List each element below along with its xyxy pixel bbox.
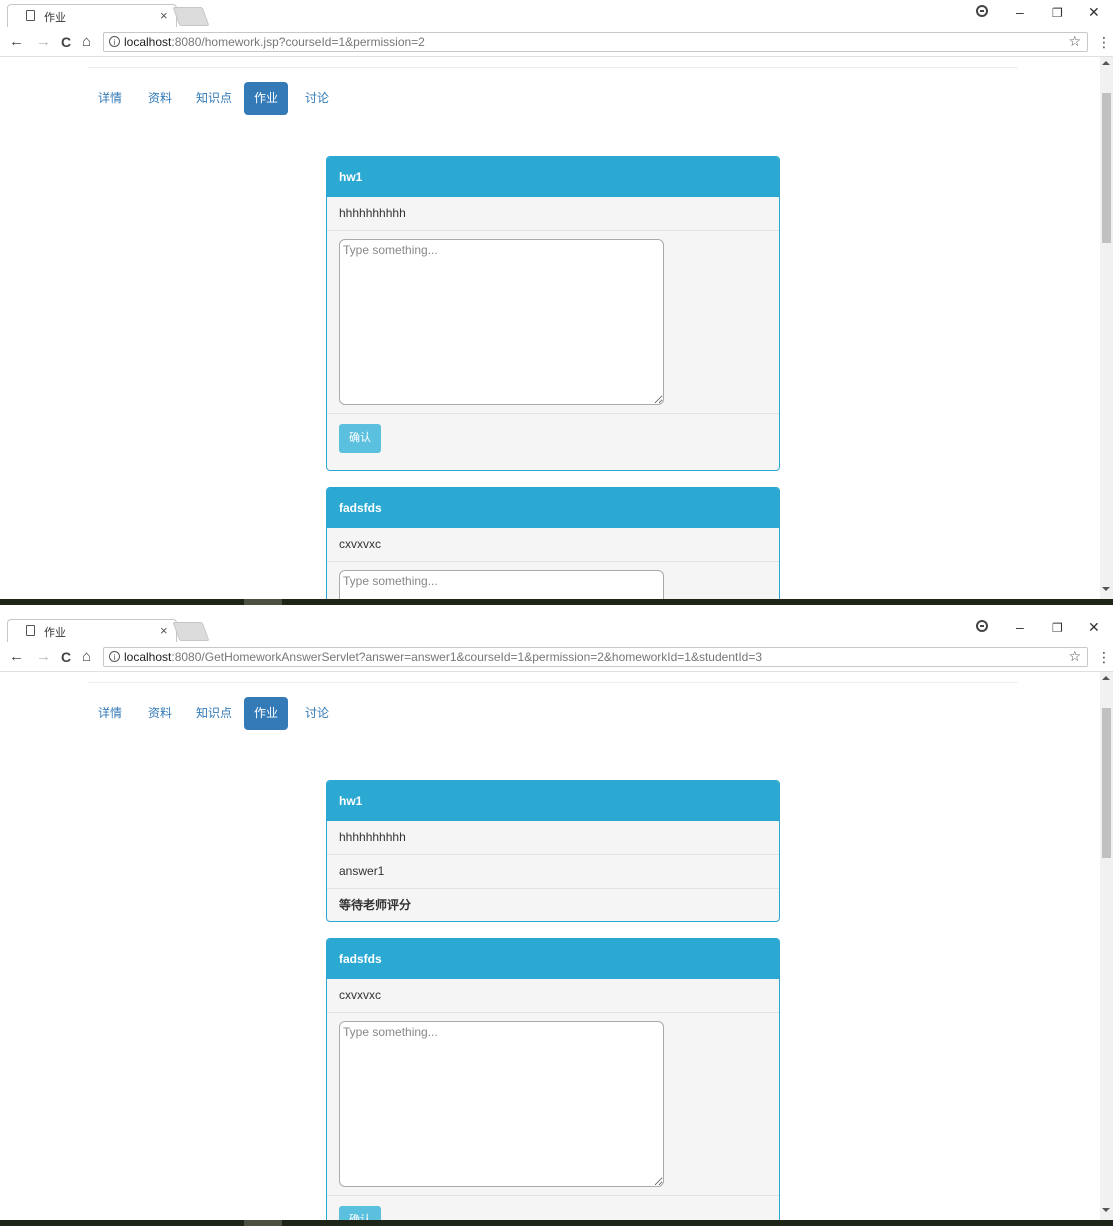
homework-panel: hw1 hhhhhhhhhh 确认 [326,156,780,471]
pill-homework[interactable]: 作业 [244,697,289,730]
reload-icon[interactable]: C [61,34,71,50]
page-viewport: 详情 资料 知识点 作业 讨论 hw1 hhhhhhhhhh 确认 fadsfd… [0,57,1100,605]
restore-icon[interactable]: ❐ [1052,6,1063,20]
new-tab-button[interactable] [172,7,210,26]
screenshot-after-submit: 作业 × – ❐ ✕ ← → C ⌂ i localhost:8080/GetH… [0,615,1113,1226]
account-icon[interactable] [976,620,988,632]
page-icon [26,625,35,636]
answer-area [327,231,779,414]
bookmark-star-icon[interactable]: ☆ [1068,33,1081,50]
menu-icon[interactable]: ⋮ [1097,649,1111,666]
home-icon[interactable]: ⌂ [82,648,91,665]
tab-title: 作业 [44,627,66,639]
scroll-thumb[interactable] [1102,708,1111,858]
homework-description: hhhhhhhhhh [327,821,779,855]
url-text: localhost:8080/homework.jsp?courseId=1&p… [124,35,425,49]
bookmark-star-icon[interactable]: ☆ [1068,648,1081,665]
pill-homework[interactable]: 作业 [244,82,289,115]
scroll-up-icon[interactable] [1102,61,1110,65]
minimize-icon[interactable]: – [1016,4,1024,20]
homework-description: hhhhhhhhhh [327,197,779,231]
screenshot-homework-page: 作业 × – ❐ ✕ ← → C ⌂ i localhost:8080/home… [0,0,1113,605]
divider [88,682,1018,683]
minimize-icon[interactable]: – [1016,619,1024,635]
tab-close-icon[interactable]: × [160,623,168,638]
homework-title: fadsfds [327,488,779,528]
taskbar [0,1220,1113,1226]
pill-details[interactable]: 详情 [88,82,132,115]
back-icon[interactable]: ← [9,648,24,665]
homework-panel: fadsfds cxvxvxc [326,487,780,605]
homework-panel: hw1 hhhhhhhhhh answer1 等待老师评分 [326,780,780,922]
tab-strip: 作业 × – ❐ ✕ [0,0,1113,30]
restore-icon[interactable]: ❐ [1052,621,1063,635]
pill-materials[interactable]: 资料 [138,697,182,730]
homework-title: hw1 [327,157,779,197]
homework-title: fadsfds [327,939,779,979]
scroll-thumb[interactable] [1102,93,1111,243]
address-bar[interactable]: i localhost:8080/homework.jsp?courseId=1… [103,32,1088,52]
forward-icon[interactable]: → [36,33,51,50]
homework-description: cxvxvxc [327,528,779,562]
pill-knowledge[interactable]: 知识点 [186,82,242,115]
answer-area [327,1013,779,1196]
pill-discussion[interactable]: 讨论 [295,82,339,115]
back-icon[interactable]: ← [9,33,24,50]
answer-input[interactable] [339,239,664,405]
window-close-icon[interactable]: ✕ [1088,4,1100,21]
scroll-down-icon[interactable] [1102,1208,1110,1212]
submit-row: 确认 [327,414,779,464]
confirm-button[interactable]: 确认 [339,424,381,453]
page-icon [26,10,35,21]
address-bar[interactable]: i localhost:8080/GetHomeworkAnswerServle… [103,647,1088,667]
homework-title: hw1 [327,781,779,821]
tab-title: 作业 [44,12,66,24]
divider [88,67,1018,68]
new-tab-button[interactable] [172,622,210,641]
browser-toolbar: ← → C ⌂ i localhost:8080/homework.jsp?co… [0,30,1113,57]
forward-icon[interactable]: → [36,648,51,665]
pill-knowledge[interactable]: 知识点 [186,697,242,730]
home-icon[interactable]: ⌂ [82,33,91,50]
window-close-icon[interactable]: ✕ [1088,619,1100,636]
vertical-scrollbar[interactable] [1100,672,1113,1220]
reload-icon[interactable]: C [61,649,71,665]
info-icon[interactable]: i [109,651,120,662]
scroll-down-icon[interactable] [1102,587,1110,591]
pill-details[interactable]: 详情 [88,697,132,730]
browser-toolbar: ← → C ⌂ i localhost:8080/GetHomeworkAnsw… [0,645,1113,672]
page-viewport: 详情 资料 知识点 作业 讨论 hw1 hhhhhhhhhh answer1 等… [0,672,1100,1226]
grading-status: 等待老师评分 [339,898,412,912]
scroll-up-icon[interactable] [1102,676,1110,680]
info-icon[interactable]: i [109,36,120,47]
browser-tab[interactable]: 作业 × [7,619,177,642]
url-text: localhost:8080/GetHomeworkAnswerServlet?… [124,650,763,664]
taskbar-item [244,1220,282,1226]
pill-materials[interactable]: 资料 [138,82,182,115]
homework-panel: fadsfds cxvxvxc 确认 [326,938,780,1226]
vertical-scrollbar[interactable] [1100,57,1113,599]
homework-description: cxvxvxc [327,979,779,1013]
menu-icon[interactable]: ⋮ [1097,34,1111,51]
answer-input[interactable] [339,1021,664,1187]
browser-tab[interactable]: 作业 × [7,4,177,27]
tab-strip: 作业 × – ❐ ✕ [0,615,1113,645]
pill-discussion[interactable]: 讨论 [295,697,339,730]
separator [0,605,1113,615]
account-icon[interactable] [976,5,988,17]
tab-close-icon[interactable]: × [160,8,168,23]
submitted-answer: answer1 [327,855,779,889]
